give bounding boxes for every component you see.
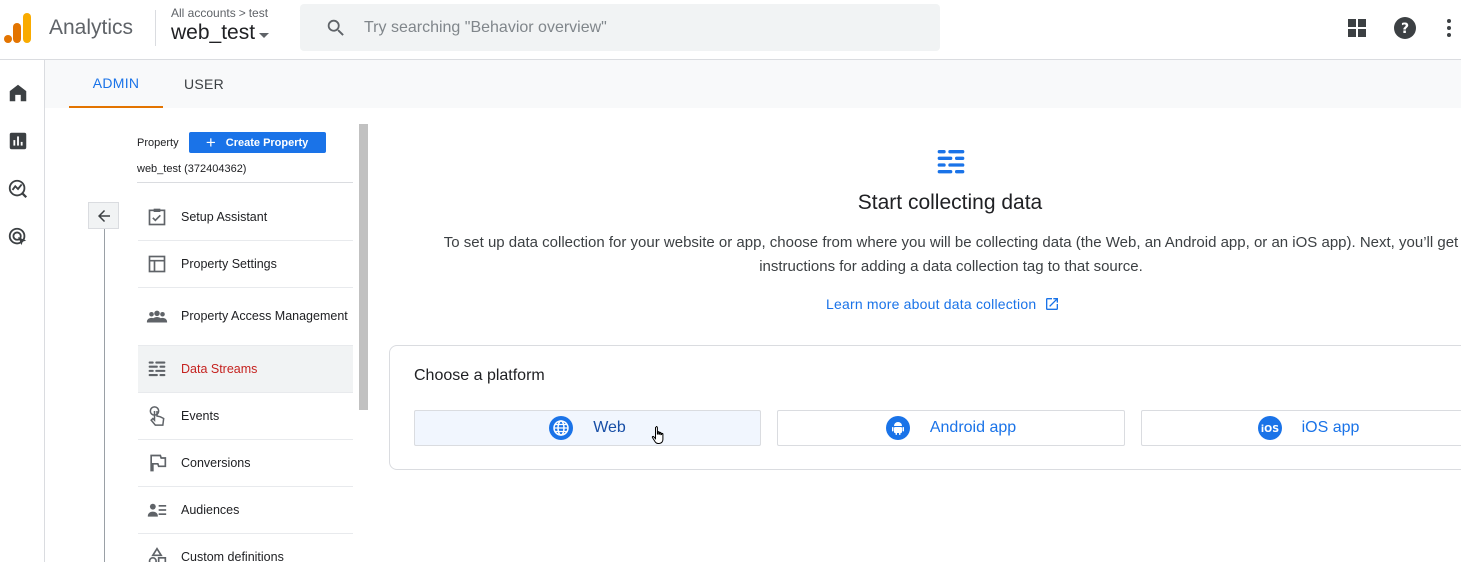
nav-scrollbar[interactable] [359, 124, 368, 410]
nav-item-property-settings[interactable]: Property Settings [138, 241, 353, 288]
property-nav-list: Setup Assistant Property Settings Proper… [138, 194, 353, 562]
ios-icon: iOS [1257, 416, 1282, 440]
more-vert-icon[interactable] [1437, 16, 1461, 40]
create-property-button[interactable]: + Create Property [188, 132, 326, 153]
page-title: Start collecting data [857, 191, 1043, 214]
back-button[interactable] [88, 202, 119, 229]
platform-card-title: Choose a platform [414, 367, 545, 384]
nav-item-label: Property Settings [181, 256, 277, 271]
svg-text:?: ? [1401, 21, 1409, 37]
property-id: web_test (372404362) [137, 163, 247, 175]
nav-item-audiences[interactable]: Audiences [138, 487, 353, 534]
left-nav-rail [0, 60, 45, 562]
breadcrumb-account: test [248, 6, 269, 20]
help-icon[interactable]: ? [1393, 16, 1417, 40]
apps-grid-icon[interactable] [1345, 16, 1369, 40]
create-property-label: Create Property [225, 136, 309, 149]
product-name: Analytics [49, 16, 134, 39]
nav-item-label: Conversions [181, 455, 251, 470]
property-divider [137, 182, 353, 183]
platform-web-button[interactable]: Web [414, 410, 761, 446]
nav-item-label: Property Access Management [181, 309, 348, 323]
svg-text:iOS: iOS [1261, 424, 1279, 435]
tab-admin[interactable]: ADMIN [69, 60, 163, 108]
home-icon[interactable] [7, 82, 29, 104]
flag-icon [146, 452, 168, 474]
learn-more-link[interactable]: Learn more about data collection [826, 296, 1060, 312]
platform-ios-label: iOS app [1301, 419, 1360, 436]
shapes-icon [146, 546, 168, 562]
audiences-icon [146, 499, 168, 521]
nav-item-events[interactable]: Events [138, 393, 353, 440]
nav-item-data-streams[interactable]: Data Streams [138, 346, 353, 393]
open-in-new-icon [1046, 298, 1059, 310]
property-header: Property + Create Property [137, 132, 326, 153]
explore-icon[interactable] [7, 178, 29, 200]
tab-user[interactable]: USER [163, 60, 245, 108]
platform-web-label: Web [593, 419, 626, 436]
people-icon [146, 306, 168, 328]
nav-item-custom-definitions[interactable]: Custom definitions [138, 534, 353, 562]
nav-item-property-access-management[interactable]: Property Access Management [138, 288, 353, 346]
top-app-bar: Analytics All accounts > test web_test ? [0, 0, 1461, 60]
checklist-icon [146, 206, 168, 228]
nav-item-label: Custom definitions [181, 549, 284, 562]
admin-tab-strip: ADMIN USER [45, 60, 1461, 108]
reports-icon[interactable] [7, 130, 29, 152]
nav-item-label: Data Streams [181, 361, 258, 376]
property-admin-panel: Property + Create Property web_test (372… [69, 108, 369, 562]
search-input[interactable] [364, 18, 924, 37]
caret-down-icon [259, 32, 270, 38]
plus-icon: + [205, 133, 216, 152]
nav-connector-line [104, 208, 105, 562]
property-switcher[interactable]: web_test [171, 21, 270, 45]
nav-item-setup-assistant[interactable]: Setup Assistant [138, 194, 353, 241]
breadcrumb-chevron-icon: > [238, 6, 246, 20]
touch-icon [146, 405, 168, 427]
search-bar[interactable] [300, 4, 940, 51]
analytics-logo-icon[interactable] [4, 13, 32, 43]
platform-android-label: Android app [929, 419, 1017, 436]
learn-more-label: Learn more about data collection [826, 296, 1037, 312]
platform-ios-button[interactable]: iOS iOS app [1141, 410, 1461, 446]
page-description: To set up data collection for your websi… [443, 234, 1459, 275]
advertising-icon[interactable] [7, 226, 29, 248]
property-label: Property [137, 136, 179, 149]
android-icon [885, 416, 910, 440]
header-divider [155, 10, 156, 46]
nav-item-label: Setup Assistant [181, 209, 268, 224]
platform-android-button[interactable]: Android app [777, 410, 1125, 446]
data-streams-icon [146, 358, 168, 380]
breadcrumb-all-accounts: All accounts [171, 6, 236, 20]
data-streams-hero-icon [937, 150, 965, 174]
arrow-back-icon [97, 209, 110, 222]
search-icon [327, 19, 344, 36]
account-picker[interactable]: All accounts > test web_test [171, 6, 270, 45]
property-name: web_test [171, 21, 256, 44]
platform-card: Choose a platform Web Android app iOS iO… [389, 345, 1461, 470]
nav-item-label: Events [181, 408, 220, 423]
breadcrumb: All accounts > test [171, 6, 269, 20]
globe-icon [549, 416, 574, 440]
nav-item-label: Audiences [181, 502, 240, 517]
property-settings-icon [146, 253, 168, 275]
nav-item-conversions[interactable]: Conversions [138, 440, 353, 487]
